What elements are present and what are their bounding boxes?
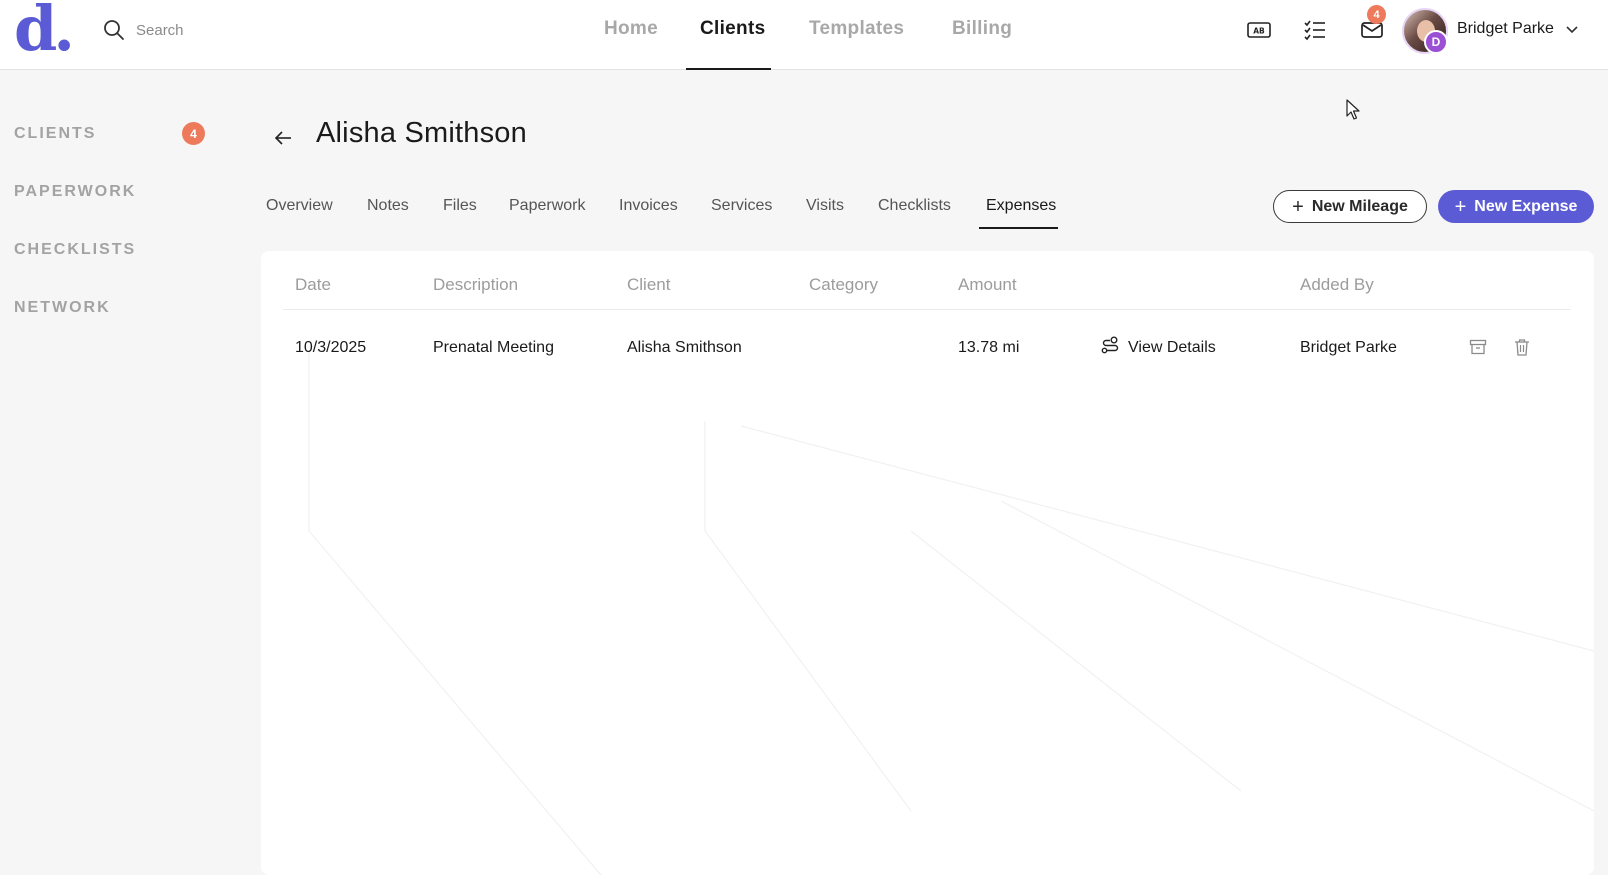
tab-files[interactable]: Files: [443, 197, 477, 215]
cell-added-by: Bridget Parke: [1300, 339, 1397, 356]
new-expense-label: New Expense: [1474, 197, 1578, 215]
tab-checklists[interactable]: Checklists: [878, 197, 951, 215]
language-icon-text: AB: [1253, 27, 1265, 36]
column-header-description[interactable]: Description: [433, 275, 518, 295]
checklist-icon[interactable]: [1302, 17, 1328, 43]
nav-active-indicator: [686, 68, 771, 70]
archive-icon[interactable]: [1467, 336, 1489, 358]
plus-icon: +: [1292, 195, 1304, 218]
sidebar-item-clients[interactable]: CLIENTS: [14, 125, 96, 143]
tab-expenses[interactable]: Expenses: [986, 197, 1056, 215]
column-header-category[interactable]: Category: [809, 275, 878, 295]
sidebar-item-paperwork[interactable]: PAPERWORK: [14, 183, 136, 201]
chevron-down-icon[interactable]: [1564, 22, 1580, 38]
cell-date: 10/3/2025: [295, 339, 367, 356]
tab-overview[interactable]: Overview: [266, 197, 333, 215]
column-header-added-by[interactable]: Added By: [1300, 275, 1374, 295]
nav-home[interactable]: Home: [604, 18, 658, 40]
new-mileage-label: New Mileage: [1311, 197, 1408, 215]
logo-dot: .: [53, 0, 75, 65]
plus-icon: +: [1454, 195, 1467, 218]
sidebar-item-network[interactable]: NETWORK: [14, 299, 111, 317]
search-icon[interactable]: [102, 18, 126, 42]
cell-amount: 13.78 mi: [958, 339, 1020, 356]
column-header-amount[interactable]: Amount: [958, 275, 1017, 295]
column-header-date[interactable]: Date: [295, 275, 331, 295]
nav-templates[interactable]: Templates: [809, 18, 904, 40]
tab-notes[interactable]: Notes: [367, 197, 409, 215]
tab-services[interactable]: Services: [711, 197, 772, 215]
route-icon: [1100, 335, 1120, 360]
table-row[interactable]: 10/3/2025 Prenatal Meeting Alisha Smiths…: [261, 323, 1594, 373]
expenses-table: Date Description Client Category Amount …: [261, 251, 1594, 875]
header-divider: [283, 309, 1571, 310]
clients-count-badge: 4: [182, 122, 205, 145]
page-title: Alisha Smithson: [316, 117, 527, 149]
avatar-badge: D: [1424, 30, 1448, 54]
cell-description: Prenatal Meeting: [433, 339, 554, 356]
back-arrow-icon[interactable]: [271, 126, 295, 150]
language-icon[interactable]: AB: [1246, 17, 1272, 43]
cell-client: Alisha Smithson: [627, 339, 742, 356]
logo-letter: d: [14, 0, 57, 65]
sidebar-item-checklists[interactable]: CHECKLISTS: [14, 241, 136, 259]
view-details-link[interactable]: View Details: [1100, 335, 1216, 360]
tab-paperwork[interactable]: Paperwork: [509, 197, 585, 215]
view-details-label: View Details: [1128, 338, 1216, 356]
tab-invoices[interactable]: Invoices: [619, 197, 678, 215]
tab-active-indicator: [979, 227, 1058, 229]
trash-icon[interactable]: [1511, 336, 1533, 358]
top-header: d. Home Clients Templates Billing AB 4 D…: [0, 0, 1608, 70]
nav-billing[interactable]: Billing: [952, 18, 1012, 40]
search-input[interactable]: [136, 18, 336, 42]
user-name[interactable]: Bridget Parke: [1457, 20, 1554, 38]
tab-visits[interactable]: Visits: [806, 197, 844, 215]
column-header-client[interactable]: Client: [627, 275, 670, 295]
app-logo[interactable]: d.: [14, 0, 75, 60]
mail-badge: 4: [1367, 5, 1386, 24]
nav-clients[interactable]: Clients: [700, 18, 765, 40]
new-expense-button[interactable]: + New Expense: [1438, 190, 1594, 223]
mouse-cursor-icon: [1346, 99, 1362, 121]
new-mileage-button[interactable]: + New Mileage: [1273, 190, 1427, 223]
